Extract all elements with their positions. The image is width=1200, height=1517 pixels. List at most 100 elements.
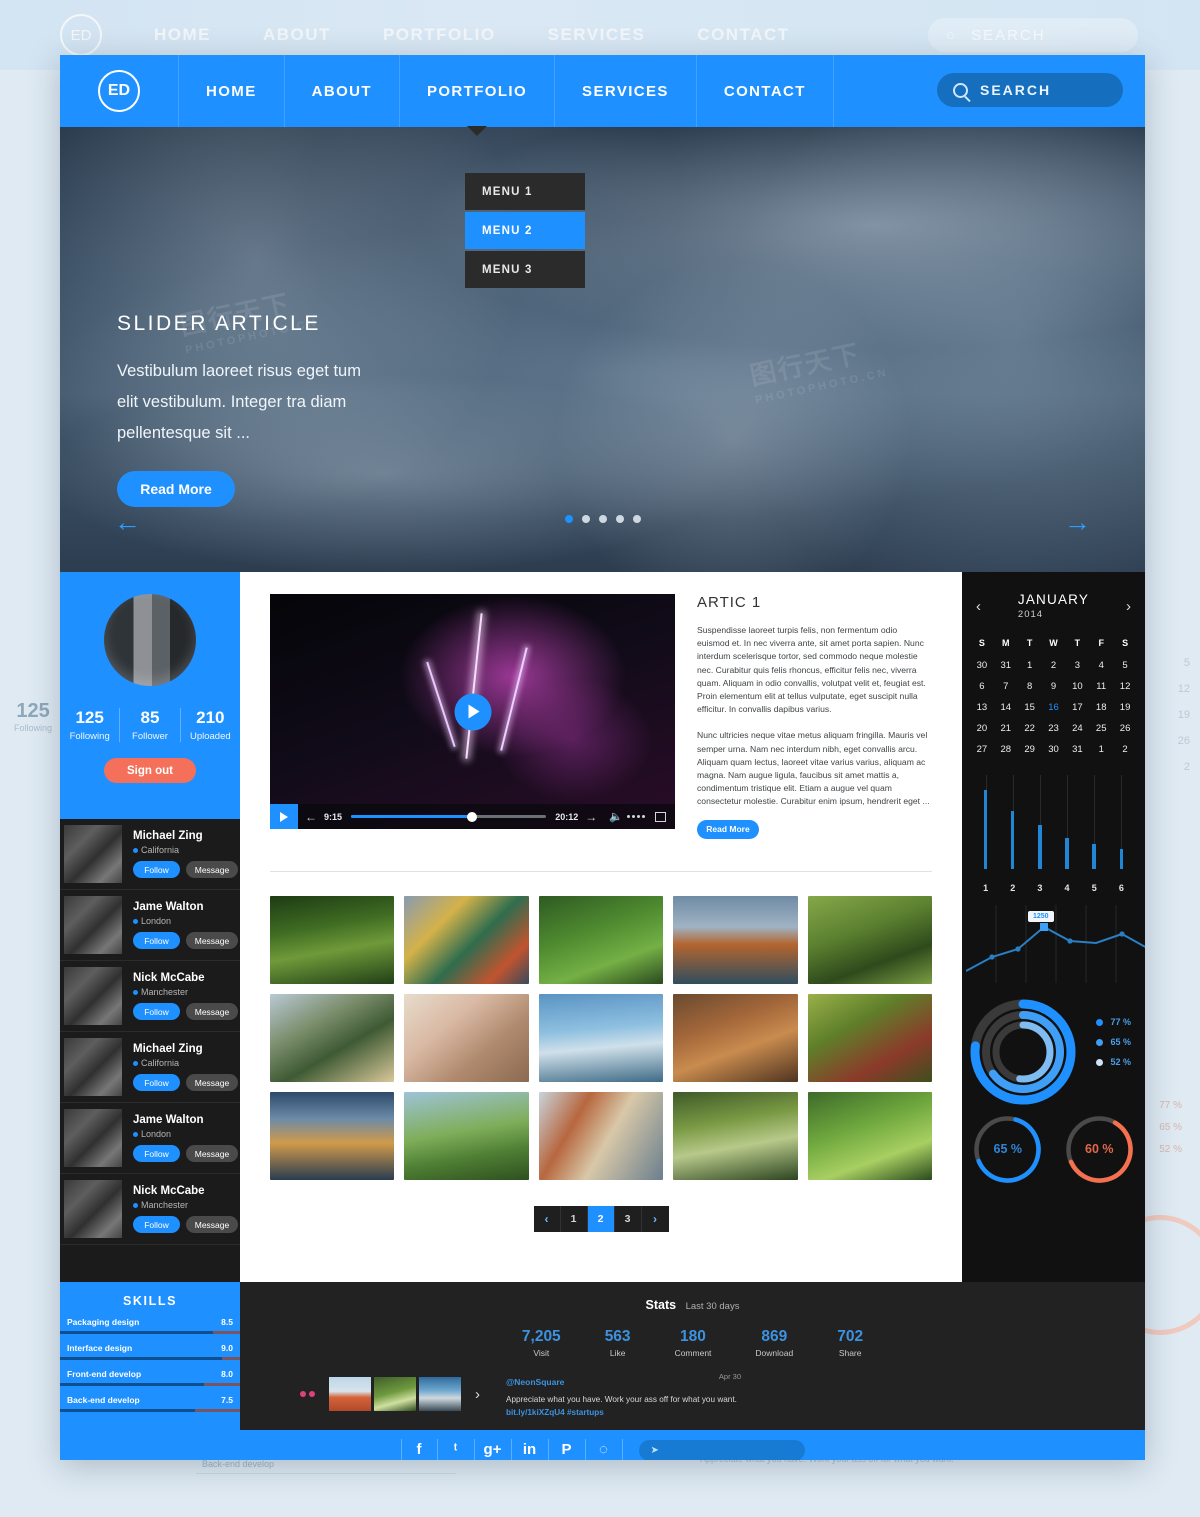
slider-dot[interactable] <box>564 515 573 523</box>
follow-button[interactable]: Follow <box>133 861 180 878</box>
calendar-day[interactable]: 10 <box>1065 677 1089 696</box>
calendar-day[interactable]: 11 <box>1089 677 1113 696</box>
message-button[interactable]: Message <box>186 932 238 949</box>
tweet-thumb[interactable] <box>329 1377 371 1412</box>
calendar-day[interactable]: 14 <box>994 698 1018 717</box>
message-button[interactable]: Message <box>186 1003 238 1020</box>
gallery-item[interactable] <box>270 993 395 1082</box>
tweet-pager-dots[interactable] <box>300 1391 315 1398</box>
calendar-day[interactable]: 24 <box>1065 719 1089 738</box>
calendar-day[interactable]: 22 <box>1018 719 1042 738</box>
pagination-next[interactable]: › <box>642 1206 669 1232</box>
calendar-day[interactable]: 19 <box>1113 698 1137 717</box>
list-item[interactable]: Jame Walton London Follow Message <box>60 890 240 961</box>
dropdown-item-menu-1[interactable]: MENU 1 <box>465 173 585 210</box>
calendar-day[interactable]: 20 <box>970 719 994 738</box>
nav-item-home[interactable]: HOME <box>178 55 284 127</box>
calendar-day[interactable]: 25 <box>1089 719 1113 738</box>
message-button[interactable]: Message <box>186 1145 238 1162</box>
message-button[interactable]: Message <box>186 1074 238 1091</box>
message-button[interactable]: Message <box>186 861 238 878</box>
gallery-item[interactable] <box>807 993 932 1082</box>
video-play-button[interactable] <box>454 693 491 730</box>
gallery-item[interactable] <box>538 1091 664 1180</box>
play-pause-button[interactable] <box>270 804 298 829</box>
dribbble-icon[interactable]: ◌ <box>586 1439 623 1460</box>
slider-dot[interactable] <box>598 515 607 523</box>
calendar-day[interactable]: 7 <box>994 677 1018 696</box>
nav-item-portfolio[interactable]: PORTFOLIO <box>398 55 554 127</box>
nav-item-services[interactable]: SERVICES <box>554 55 696 127</box>
search-input[interactable]: SEARCH <box>937 73 1123 107</box>
follow-button[interactable]: Follow <box>133 1003 180 1020</box>
calendar-day[interactable]: 1 <box>1018 656 1042 675</box>
gallery-item[interactable] <box>673 993 798 1082</box>
progress-knob[interactable] <box>467 811 478 822</box>
slider-next-arrow[interactable]: → <box>1064 507 1091 538</box>
calendar-day[interactable]: 15 <box>1018 698 1042 717</box>
gallery-item[interactable] <box>270 1091 395 1180</box>
slider-dot[interactable] <box>581 515 590 523</box>
pagination-prev[interactable]: ‹ <box>534 1205 561 1232</box>
video-player[interactable]: ← 9:15 20:12 → 🔈 <box>270 594 675 829</box>
gallery-item[interactable] <box>673 895 798 984</box>
follow-button[interactable]: Follow <box>133 932 180 949</box>
gallery-item[interactable] <box>404 1091 529 1180</box>
fullscreen-icon[interactable] <box>655 811 666 822</box>
list-item[interactable]: Michael Zing California Follow Message <box>60 1032 240 1103</box>
dropdown-item-menu-2[interactable]: MENU 2 <box>465 212 585 249</box>
nav-item-contact[interactable]: CONTACT <box>695 55 834 127</box>
tweet-thumb[interactable] <box>374 1377 416 1412</box>
twitter-icon[interactable]: ᵗ <box>438 1439 475 1460</box>
calendar-day[interactable]: 31 <box>1065 740 1089 759</box>
brand-logo-icon[interactable]: ED <box>98 70 140 112</box>
tweet-handle[interactable]: @NeonSquare <box>506 1377 564 1387</box>
calendar-day[interactable]: 4 <box>1089 656 1113 675</box>
calendar-day[interactable]: 1 <box>1089 740 1113 759</box>
list-item[interactable]: Nick McCabe Manchester Follow Message <box>60 961 240 1032</box>
calendar-day[interactable]: 8 <box>1018 677 1042 696</box>
list-item[interactable]: Jame Walton London Follow Message <box>60 1103 240 1174</box>
calendar-day[interactable]: 29 <box>1018 740 1042 759</box>
follow-button[interactable]: Follow <box>133 1145 180 1162</box>
gallery-item[interactable] <box>673 1091 798 1180</box>
footer-message-input[interactable]: ➤ <box>638 1439 805 1460</box>
volume-icon[interactable]: 🔈 <box>609 810 623 823</box>
calendar-day[interactable]: 13 <box>970 698 994 717</box>
calendar-day[interactable]: 27 <box>970 740 994 759</box>
calendar-day[interactable]: 6 <box>970 677 994 696</box>
calendar-day[interactable]: 5 <box>1113 656 1137 675</box>
list-item[interactable]: Nick McCabe Manchester Follow Message <box>60 1174 240 1245</box>
calendar-day[interactable]: 28 <box>994 740 1018 759</box>
calendar-day[interactable]: 3 <box>1065 656 1089 675</box>
follow-button[interactable]: Follow <box>133 1216 180 1233</box>
gallery-item[interactable] <box>538 895 664 984</box>
calendar-day[interactable]: 17 <box>1065 698 1089 717</box>
calendar-day[interactable]: 31 <box>994 656 1018 675</box>
calendar-day[interactable]: 23 <box>1042 719 1066 738</box>
rewind-icon[interactable]: ← <box>298 810 324 824</box>
sign-out-button[interactable]: Sign out <box>104 758 196 783</box>
message-button[interactable]: Message <box>186 1216 238 1233</box>
dropdown-item-menu-3[interactable]: MENU 3 <box>465 251 585 288</box>
slider-dot[interactable] <box>615 515 624 523</box>
gallery-item[interactable] <box>270 895 395 984</box>
pagination-page-1[interactable]: 1 <box>561 1205 588 1232</box>
forward-icon[interactable]: → <box>578 810 604 824</box>
calendar-day[interactable]: 9 <box>1042 677 1066 696</box>
pagination-page-2[interactable]: 2 <box>587 1205 615 1232</box>
calendar-day[interactable]: 18 <box>1089 698 1113 717</box>
gallery-item[interactable] <box>404 895 529 984</box>
nav-item-about[interactable]: ABOUT <box>283 55 399 127</box>
calendar-day[interactable]: 21 <box>994 719 1018 738</box>
facebook-icon[interactable]: f <box>400 1439 438 1460</box>
tweet-thumb[interactable] <box>419 1377 461 1412</box>
article-read-more-button[interactable]: Read More <box>697 819 759 839</box>
calendar-day[interactable]: 2 <box>1042 656 1066 675</box>
calendar-day[interactable]: 30 <box>970 656 994 675</box>
tweet-link[interactable]: bit.ly/1kiXZqU4 #startups <box>506 1408 741 1417</box>
gallery-item[interactable] <box>807 1091 932 1180</box>
volume-slider[interactable] <box>627 815 645 818</box>
calendar-day[interactable]: 30 <box>1042 740 1066 759</box>
calendar-prev-month[interactable]: ‹ <box>976 598 981 615</box>
